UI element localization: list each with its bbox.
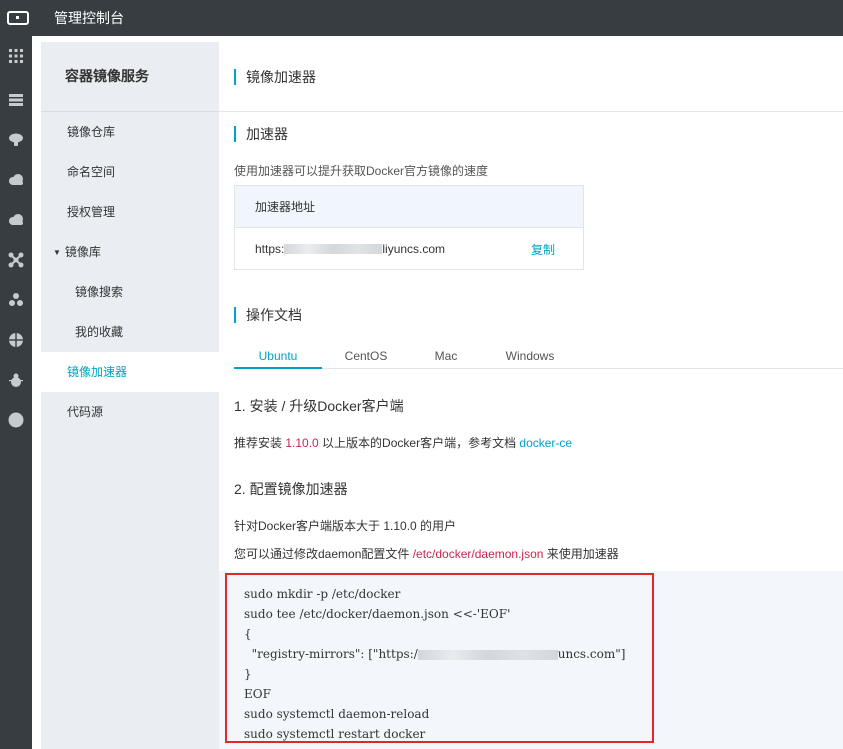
sidebar-item-authorization[interactable]: 授权管理 (41, 192, 219, 232)
sidebar-group-image-library[interactable]: ▼ 镜像库 (41, 232, 219, 272)
accelerator-url-suffix: liyuncs.com (382, 242, 446, 256)
code-line-part: uncs.com"] (557, 647, 626, 661)
redacted-text (284, 244, 383, 254)
code-line: "registry-mirrors": ["https:/ uncs.com"] (244, 644, 652, 664)
tab-mac[interactable]: Mac (410, 343, 482, 369)
os-tabs: Ubuntu CentOS Mac Windows (234, 343, 843, 369)
accelerator-description: 使用加速器可以提升获取Docker官方镜像的速度 (234, 164, 489, 178)
step2-line2-b: 来使用加速器 (543, 547, 619, 561)
docs-section-head: 操作文档 (219, 304, 302, 326)
sidebar-item-image-search[interactable]: 镜像搜索 (41, 272, 219, 312)
title-accent-bar (234, 68, 236, 85)
accelerator-url-prefix: https: (255, 242, 285, 256)
product-sidebar: 容器镜像服务 镜像仓库 命名空间 授权管理 ▼ 镜像库 镜像搜索 我的收藏 镜像加… (41, 42, 219, 749)
tab-ubuntu[interactable]: Ubuntu (234, 343, 322, 369)
code-line: } (244, 667, 252, 681)
section-accent-bar (234, 307, 236, 323)
step2-line2: 您可以通过修改daemon配置文件 /etc/docker/daemon.jso… (234, 545, 619, 562)
accelerator-address-table: 加速器地址 https: liyuncs.com 复制 (234, 185, 584, 270)
list-icon[interactable] (0, 80, 32, 120)
code-line: sudo systemctl daemon-reload (244, 707, 430, 721)
cluster-icon[interactable] (0, 280, 32, 320)
code-line: sudo systemctl restart docker (244, 727, 426, 741)
cloud-icon[interactable] (0, 160, 32, 200)
tab-windows[interactable]: Windows (482, 343, 578, 369)
sidebar-item-namespaces[interactable]: 命名空间 (41, 152, 219, 192)
step1-text-a: 推荐安装 (234, 436, 286, 450)
sidebar-item-image-accelerator[interactable]: 镜像加速器 (41, 352, 219, 392)
step1-title: 1. 安装 / 升级Docker客户端 (234, 398, 404, 414)
code-line: EOF (244, 687, 271, 701)
code-line: { (244, 627, 252, 641)
step1-text: 推荐安装 1.10.0 以上版本的Docker客户端，参考文档 docker-c… (234, 434, 572, 451)
sidebar-group-label: 镜像库 (64, 245, 101, 259)
section-accent-bar (234, 126, 236, 142)
accelerator-address-header: 加速器地址 (235, 186, 583, 228)
copy-button[interactable]: 复制 (531, 241, 555, 258)
step1-text-b: 以上版本的Docker客户端，参考文档 (318, 436, 520, 450)
console-logo-icon[interactable] (0, 0, 36, 36)
page-title: 镜像加速器 (246, 68, 316, 85)
product-icon-rail (0, 36, 32, 749)
docs-heading: 操作文档 (246, 307, 302, 323)
console-title[interactable]: 管理控制台 (54, 8, 124, 28)
main-content: 镜像加速器 加速器 使用加速器可以提升获取Docker官方镜像的速度 加速器地址… (219, 42, 843, 749)
accelerator-address-row: https: liyuncs.com 复制 (235, 228, 583, 270)
code-line: sudo tee /etc/docker/daemon.json <<-'EOF… (244, 607, 511, 621)
accelerator-url: https: liyuncs.com (255, 242, 531, 256)
code-line-part: "registry-mirrors": ["https:/ (244, 647, 418, 661)
step2-title: 2. 配置镜像加速器 (234, 481, 348, 497)
accelerator-heading: 加速器 (246, 126, 288, 142)
page-header: 镜像加速器 (219, 42, 843, 112)
redacted-text (417, 649, 558, 660)
top-bar: 管理控制台 (0, 0, 843, 36)
sidebar-item-repositories[interactable]: 镜像仓库 (41, 112, 219, 152)
step2-line1: 针对Docker客户端版本大于 1.10.0 的用户 (234, 519, 457, 533)
accelerator-section-head: 加速器 (219, 123, 288, 145)
caret-down-icon: ▼ (53, 248, 61, 257)
docker-ce-link[interactable]: docker-ce (519, 436, 572, 450)
tab-centos[interactable]: CentOS (322, 343, 410, 369)
sidebar-title: 容器镜像服务 (41, 42, 219, 112)
globe-icon[interactable] (0, 320, 32, 360)
bug-icon[interactable] (0, 360, 32, 400)
nodes-icon[interactable] (0, 240, 32, 280)
grid-icon[interactable] (0, 36, 32, 76)
recommended-version: 1.10.0 (285, 436, 319, 450)
code-block[interactable]: sudo mkdir -p /etc/docker sudo tee /etc/… (225, 573, 654, 743)
daemon-config-path: /etc/docker/daemon.json (412, 547, 544, 561)
sidebar-item-code-source[interactable]: 代码源 (41, 392, 219, 432)
cloud-upload-icon[interactable] (0, 200, 32, 240)
code-line: sudo mkdir -p /etc/docker (244, 587, 401, 601)
step2-line2-a: 您可以通过修改daemon配置文件 (234, 547, 413, 561)
circle-icon[interactable] (0, 400, 32, 440)
sidebar-item-my-favorites[interactable]: 我的收藏 (41, 312, 219, 352)
brain-icon[interactable] (0, 120, 32, 160)
